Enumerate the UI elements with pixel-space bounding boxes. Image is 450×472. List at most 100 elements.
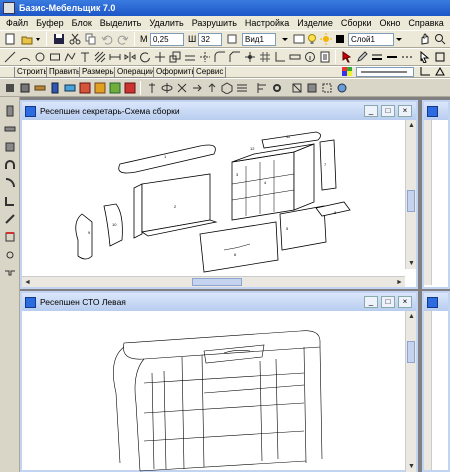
material-tool-icon[interactable]: [123, 81, 137, 95]
fastener-tool-icon[interactable]: [145, 81, 159, 95]
menu-buffer[interactable]: Буфер: [32, 18, 68, 28]
view-side-icon[interactable]: [190, 81, 204, 95]
close-button[interactable]: ×: [398, 296, 412, 308]
align-icon[interactable]: [255, 81, 269, 95]
panel-arc-icon[interactable]: [4, 177, 16, 189]
menu-help[interactable]: Справка: [404, 18, 447, 28]
trim-tool-icon[interactable]: [198, 50, 212, 64]
drawer-tool-icon[interactable]: [63, 81, 77, 95]
new-file-icon[interactable]: [3, 32, 17, 46]
view-select[interactable]: Вид1: [242, 33, 276, 46]
properties-tool-icon[interactable]: [318, 50, 332, 64]
scroll-thumb[interactable]: [192, 278, 242, 286]
info-tool-icon[interactable]: [303, 50, 317, 64]
minimize-button[interactable]: _: [364, 296, 378, 308]
dimension-tool-icon[interactable]: [108, 50, 122, 64]
view-top-icon[interactable]: [205, 81, 219, 95]
menu-explode[interactable]: Разрушить: [188, 18, 241, 28]
hatch-tool-icon[interactable]: [93, 50, 107, 64]
menu-settings[interactable]: Настройка: [241, 18, 293, 28]
minimize-button[interactable]: _: [364, 105, 378, 117]
line-width-icon[interactable]: [370, 50, 384, 64]
pen-icon[interactable]: [355, 50, 369, 64]
wireframe-icon[interactable]: [290, 81, 304, 95]
hidden-lines-icon[interactable]: [320, 81, 334, 95]
menu-window[interactable]: Окно: [375, 18, 404, 28]
display-mode-icon[interactable]: [292, 32, 306, 46]
vertical-scrollbar[interactable]: ▲ ▼: [405, 120, 416, 269]
text-tool-icon[interactable]: [78, 50, 92, 64]
line-color-icon[interactable]: [385, 50, 399, 64]
step-input[interactable]: 32: [198, 33, 222, 46]
scroll-right-arrow[interactable]: ►: [394, 277, 405, 288]
reset-view-icon[interactable]: [433, 50, 447, 64]
zoom-icon[interactable]: [433, 32, 447, 46]
menu-product[interactable]: Изделие: [293, 18, 337, 28]
door-tool-icon[interactable]: [48, 81, 62, 95]
texture-tool-icon[interactable]: [108, 81, 122, 95]
view-iso-icon[interactable]: [220, 81, 234, 95]
left-view-window[interactable]: Ресепшен СТО Левая _ □ × ▲ ▼: [20, 291, 418, 472]
panel-angled-icon[interactable]: [4, 213, 16, 225]
vertical-scrollbar[interactable]: [424, 120, 432, 285]
window-titlebar[interactable]: Ресепшен СТО Левая: [22, 293, 416, 311]
scale-tool-icon[interactable]: [168, 50, 182, 64]
scroll-up-arrow[interactable]: ▲: [406, 311, 417, 322]
layer-color-icon[interactable]: [333, 32, 347, 46]
lightbulb-icon[interactable]: [305, 32, 319, 46]
assembly-scheme-window[interactable]: Ресепшен секретарь-Схема сборки _ □ × 1 …: [20, 100, 418, 289]
line-style-select[interactable]: [356, 67, 414, 77]
menu-file[interactable]: Файл: [2, 18, 32, 28]
circle-tool-icon[interactable]: [33, 50, 47, 64]
window-titlebar[interactable]: [424, 293, 448, 311]
window-titlebar[interactable]: [424, 102, 448, 120]
gear-icon[interactable]: [270, 81, 284, 95]
line-type-icon[interactable]: [400, 50, 414, 64]
pan-hand-icon[interactable]: [418, 32, 432, 46]
fillet-tool-icon[interactable]: [213, 50, 227, 64]
snap-tool-icon[interactable]: [243, 50, 257, 64]
layer-dropdown-icon[interactable]: [394, 32, 404, 46]
view-front-icon[interactable]: [175, 81, 189, 95]
vertical-scrollbar[interactable]: ▲ ▼: [405, 311, 416, 472]
arrange-icon[interactable]: [235, 81, 249, 95]
shaded-icon[interactable]: [305, 81, 319, 95]
copy-icon[interactable]: [84, 32, 98, 46]
panel-curved-icon[interactable]: [4, 159, 16, 171]
panel-frontal-icon[interactable]: [4, 141, 16, 153]
panel-bent-icon[interactable]: [4, 195, 16, 207]
maximize-button[interactable]: □: [381, 105, 395, 117]
coordinate-axes-icon[interactable]: [418, 65, 432, 78]
arc-tool-icon[interactable]: [18, 50, 32, 64]
facade-tool-icon[interactable]: [78, 81, 92, 95]
assembly-drawing[interactable]: 123 456 789 101112: [24, 122, 404, 274]
tab-operations[interactable]: Операции: [114, 67, 158, 78]
panel-tool-icon[interactable]: [3, 81, 17, 95]
rotate-3d-icon[interactable]: [160, 81, 174, 95]
shelf-tool-icon[interactable]: [33, 81, 47, 95]
menu-select[interactable]: Выделить: [96, 18, 146, 28]
ortho-tool-icon[interactable]: [273, 50, 287, 64]
menu-block[interactable]: Блок: [68, 18, 96, 28]
rectangle-tool-icon[interactable]: [48, 50, 62, 64]
scroll-left-arrow[interactable]: ◄: [22, 277, 33, 288]
save-icon[interactable]: [52, 32, 66, 46]
step-dropdown-icon[interactable]: [225, 32, 239, 46]
menu-delete[interactable]: Удалить: [145, 18, 187, 28]
rotate-tool-icon[interactable]: [138, 50, 152, 64]
color-palette-icon[interactable]: [340, 65, 354, 78]
layer-select[interactable]: Слой1: [348, 33, 394, 46]
right-window-top[interactable]: [422, 100, 450, 289]
scale-input[interactable]: 0,25: [150, 33, 184, 46]
window-titlebar[interactable]: Ресепшен секретарь-Схема сборки: [22, 102, 416, 120]
scroll-thumb[interactable]: [407, 190, 415, 212]
groove-icon[interactable]: [4, 267, 16, 279]
scroll-thumb[interactable]: [407, 341, 415, 363]
panel-horizontal-icon[interactable]: [4, 123, 16, 135]
menu-assemblies[interactable]: Сборки: [337, 18, 376, 28]
render-icon[interactable]: [335, 81, 349, 95]
mirror-tool-icon[interactable]: [123, 50, 137, 64]
select-arrow-icon[interactable]: [340, 50, 354, 64]
scroll-down-arrow[interactable]: ▼: [406, 258, 417, 269]
cut-icon[interactable]: [68, 32, 82, 46]
